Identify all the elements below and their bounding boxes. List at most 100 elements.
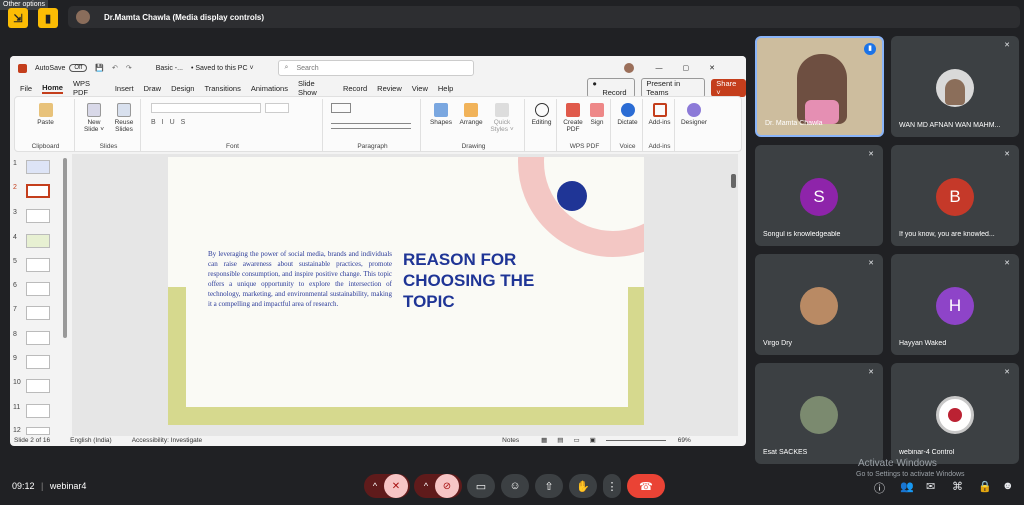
canvas-scrollbar[interactable] (731, 174, 736, 188)
tab-wps-pdf[interactable]: WPS PDF (73, 79, 105, 97)
webinar-logo-icon (948, 408, 962, 422)
participant-tile[interactable]: ✕ B If you know, you are knowled... (891, 145, 1019, 246)
font-size-select[interactable] (265, 103, 289, 113)
dictate-button[interactable]: Dictate (613, 103, 642, 126)
participant-tile[interactable]: ✕ Esat SACKES (755, 363, 883, 464)
thumbnail-scrollbar[interactable] (63, 158, 67, 338)
tab-draw[interactable]: Draw (144, 84, 162, 93)
notes-button[interactable]: Notes (502, 437, 519, 444)
minimize-icon[interactable]: — (656, 65, 663, 72)
slide-thumbnail[interactable] (26, 209, 50, 223)
captions-button[interactable]: ▭ (467, 474, 495, 498)
bullets-button[interactable] (331, 103, 351, 113)
share-button[interactable]: Share ˅ (711, 79, 746, 97)
autosave-toggle[interactable]: Off (69, 64, 88, 72)
tab-help[interactable]: Help (438, 84, 453, 93)
present-in-teams-button[interactable]: Present in Teams (641, 78, 706, 98)
slide-thumbnail[interactable] (26, 379, 50, 393)
tab-file[interactable]: File (20, 84, 32, 93)
paste-button[interactable]: Paste (17, 103, 74, 126)
font-family-select[interactable] (151, 103, 261, 113)
slide-thumbnail[interactable] (26, 404, 50, 418)
slide-thumbnail[interactable] (26, 258, 50, 272)
slide-title[interactable]: REASON FOR CHOOSING THE TOPIC (403, 249, 534, 312)
restore-icon[interactable]: ▢ (683, 64, 690, 72)
reuse-slides-button[interactable]: Reuse Slides (111, 103, 137, 133)
account-avatar[interactable] (623, 63, 634, 73)
tab-transitions[interactable]: Transitions (204, 84, 240, 93)
slide-thumbnail[interactable] (26, 160, 50, 174)
record-button[interactable]: ● Record (587, 78, 636, 98)
mic-off-button[interactable]: ✕ (384, 474, 408, 498)
people-icon[interactable]: 👥 (900, 480, 914, 493)
chat-icon[interactable]: ✉ (926, 480, 935, 493)
participant-tile[interactable]: ▮ Dr. Mamta Chawla (755, 36, 884, 137)
slide-thumbnail-selected[interactable] (26, 184, 50, 198)
tab-animations[interactable]: Animations (251, 84, 288, 93)
participant-tile[interactable]: ✕ S Songul is knowledgeable (755, 145, 883, 246)
participant-tile[interactable]: ✕ WAN MD AFNAN WAN MAHM... (891, 36, 1019, 137)
participant-tile[interactable]: ✕ H Hayyan Waked (891, 254, 1019, 355)
slideshow-icon[interactable]: ▣ (590, 436, 596, 444)
participant-tile[interactable]: ✕ webinar-4 Control (891, 363, 1019, 464)
participant-tile[interactable]: ✕ Virgo Dry (755, 254, 883, 355)
slide-thumbnail[interactable] (26, 306, 50, 320)
tab-slide-show[interactable]: Slide Show (298, 79, 333, 97)
presenter-avatar (76, 10, 90, 24)
alignment-buttons[interactable] (331, 123, 411, 129)
host-controls-icon[interactable]: 🔒 (978, 480, 992, 493)
add-ins-button[interactable]: Add-ins (645, 103, 674, 126)
accessibility-status[interactable]: Accessibility: Investigate (132, 437, 202, 444)
tab-design[interactable]: Design (171, 84, 194, 93)
slide-thumbnail[interactable] (26, 234, 50, 248)
camera-off-button[interactable]: ⊘ (435, 474, 459, 498)
more-options-button[interactable]: ⋮ (603, 474, 621, 498)
leave-call-button[interactable]: ☎ (627, 474, 665, 498)
slide-body-text[interactable]: By leveraging the power of social media,… (208, 249, 392, 309)
present-icon: ⇧ (544, 480, 554, 493)
designer-button[interactable]: Designer (677, 103, 711, 126)
editing-button[interactable]: Editing (527, 103, 556, 126)
undo-icon[interactable]: ↶ (112, 64, 118, 72)
present-button[interactable]: ⇧ (535, 474, 563, 498)
profile-icon[interactable]: ☻ (1002, 480, 1014, 492)
tab-view[interactable]: View (412, 84, 428, 93)
normal-view-icon[interactable]: ▦ (541, 436, 547, 444)
activities-icon[interactable]: ⌘ (952, 480, 963, 493)
participant-avatar (800, 396, 838, 434)
save-icon[interactable]: 💾 (95, 64, 104, 72)
participant-avatar: S (800, 178, 838, 216)
close-icon[interactable]: ✕ (709, 64, 715, 72)
shapes-icon (434, 103, 448, 117)
slide-thumbnail[interactable] (26, 282, 50, 296)
slide-thumbnail[interactable] (26, 331, 50, 345)
video-options-button[interactable]: ^ (417, 481, 435, 491)
quick-styles-button[interactable]: Quick Styles ˅ (487, 103, 517, 133)
tab-insert[interactable]: Insert (115, 84, 134, 93)
saved-status[interactable]: • Saved to this PC ˅ (191, 65, 254, 72)
zoom-level[interactable]: 69% (678, 437, 691, 444)
tab-home[interactable]: Home (42, 83, 63, 94)
create-pdf-button[interactable]: Create PDF (561, 103, 585, 133)
presenter-bar[interactable]: Dr.Mamta Chawla (Media display controls) (68, 6, 1020, 28)
minimize-call-button[interactable]: ⇲ (8, 8, 28, 28)
reactions-button[interactable]: ☺ (501, 474, 529, 498)
font-format-buttons[interactable]: BIUS (151, 119, 191, 126)
camera-off-icon: ⊘ (442, 480, 452, 492)
slide-thumbnail[interactable] (26, 355, 50, 369)
sign-button[interactable]: Sign (585, 103, 609, 126)
sorter-view-icon[interactable]: ▤ (557, 436, 563, 444)
layout-button[interactable]: ▮ (38, 8, 58, 28)
raise-hand-button[interactable]: ✋ (569, 474, 597, 498)
tab-record[interactable]: Record (343, 84, 367, 93)
info-icon[interactable]: ⓘ (874, 480, 885, 496)
shapes-button[interactable]: Shapes (427, 103, 455, 126)
arrange-button[interactable]: Arrange (457, 103, 485, 126)
search-input[interactable]: ⌕ Search (277, 60, 474, 76)
reading-view-icon[interactable]: ▭ (573, 436, 579, 444)
new-slide-button[interactable]: New Slide ˅ (83, 103, 105, 133)
audio-options-button[interactable]: ^ (366, 481, 384, 491)
zoom-slider[interactable] (605, 439, 666, 441)
tab-review[interactable]: Review (377, 84, 402, 93)
redo-icon[interactable]: ↷ (126, 64, 132, 72)
